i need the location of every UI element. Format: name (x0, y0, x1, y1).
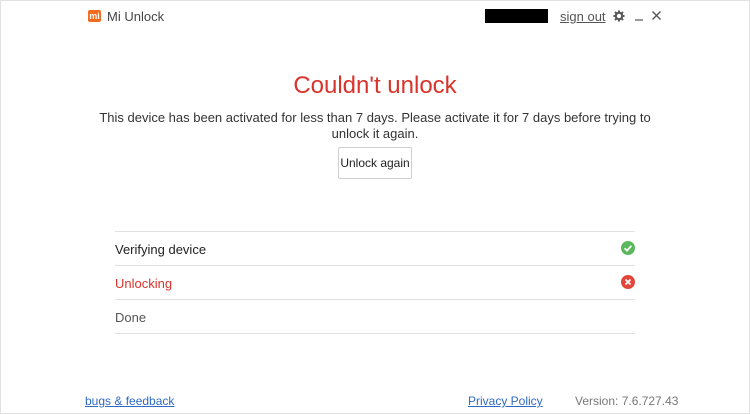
step-verifying-device: Verifying device (115, 232, 635, 265)
gear-icon[interactable] (613, 5, 629, 27)
title-bar: mi Mi Unlock sign out (0, 0, 750, 34)
error-title: Couldn't unlock (293, 72, 457, 99)
error-circle-icon (621, 275, 635, 289)
check-circle-icon (621, 241, 635, 255)
step-label: Unlocking (115, 276, 173, 291)
bugs-feedback-link[interactable]: bugs & feedback (85, 394, 174, 408)
sign-out-link[interactable]: sign out (560, 9, 606, 24)
app-title: Mi Unlock (107, 9, 165, 24)
window-border (0, 0, 750, 414)
account-id-redacted (485, 9, 548, 23)
minimize-icon[interactable] (634, 5, 650, 27)
step-unlocking: Unlocking (115, 266, 635, 299)
step-label: Done (115, 310, 147, 325)
step-done: Done (115, 300, 635, 333)
close-icon[interactable] (651, 5, 667, 27)
version-label: Version: 7.6.727.43 (575, 394, 679, 408)
mi-logo-icon: mi (88, 10, 101, 22)
progress-steps: Verifying device Unlocking Done (115, 231, 635, 334)
privacy-policy-link[interactable]: Privacy Policy (468, 394, 543, 408)
divider (115, 333, 635, 334)
unlock-again-button[interactable]: Unlock again (338, 147, 412, 179)
step-label: Verifying device (115, 242, 207, 257)
error-message: This device has been activated for less … (99, 110, 651, 141)
